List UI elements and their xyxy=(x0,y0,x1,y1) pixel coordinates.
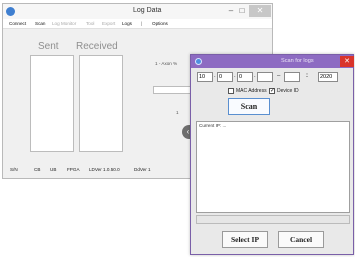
ip-dot: . xyxy=(254,73,256,79)
maximize-icon[interactable]: □ xyxy=(237,5,247,17)
ip-dot: . xyxy=(214,73,216,79)
select-ip-button[interactable]: Select IP xyxy=(222,231,268,248)
menu-scan[interactable]: Scan xyxy=(35,21,45,26)
menu-connect[interactable]: Connect xyxy=(9,21,26,26)
sent-label: Sent xyxy=(38,41,59,52)
dialog-app-icon xyxy=(195,58,202,65)
partial-value: 1 xyxy=(176,110,179,115)
status-cb: CB xyxy=(34,167,41,172)
scan-progress-bar xyxy=(196,215,350,224)
current-ip-label: Current IP: ... xyxy=(199,123,227,128)
app-icon xyxy=(6,7,15,16)
received-label: Received xyxy=(76,41,118,52)
device-id-label: Device ID xyxy=(277,88,299,94)
menu-export[interactable]: Export xyxy=(102,21,115,26)
received-list[interactable] xyxy=(79,55,123,152)
ip-start-octet-1[interactable]: 10 xyxy=(197,72,213,82)
scan-button[interactable]: Scan xyxy=(228,98,270,115)
main-title-bar[interactable]: Log Data – □ ✕ xyxy=(3,4,272,19)
mac-address-checkbox[interactable] xyxy=(228,88,234,94)
ip-range-dash: – xyxy=(277,73,281,79)
dialog-close-icon[interactable]: ✕ xyxy=(340,56,354,67)
ip-dot: . xyxy=(234,73,236,79)
menu-options[interactable]: Options xyxy=(152,21,168,26)
status-ddver: DdVer 1 xyxy=(134,167,151,172)
port-colon: : xyxy=(306,73,308,79)
ip-start-octet-4[interactable] xyxy=(257,72,273,82)
window-title: Log Data xyxy=(133,7,162,14)
axon-label: 1 - Axon % xyxy=(155,61,178,66)
status-ldver: LDVer 1.0.50.0 xyxy=(89,167,120,172)
sent-list[interactable] xyxy=(30,55,74,152)
mac-address-label: MAC Address xyxy=(236,88,267,94)
port-field[interactable]: 2020 xyxy=(318,72,338,82)
ip-end-octet[interactable] xyxy=(284,72,300,82)
scan-results-list[interactable]: Current IP: ... xyxy=(196,121,350,213)
status-ub: UB xyxy=(50,167,57,172)
device-id-checkbox[interactable]: ✓ xyxy=(269,88,275,94)
partial-field[interactable] xyxy=(153,86,193,94)
menu-separator: | xyxy=(141,21,143,26)
status-sn: S/N xyxy=(10,167,18,172)
ip-start-octet-3[interactable]: 0 xyxy=(237,72,253,82)
close-icon[interactable]: ✕ xyxy=(249,5,271,17)
minimize-icon[interactable]: – xyxy=(226,5,236,17)
scan-dialog: Scan for logs ✕ 10 . 0 . 0 . – : 2020 MA… xyxy=(190,54,354,255)
cancel-button[interactable]: Cancel xyxy=(278,231,324,248)
menu-tool[interactable]: Tool xyxy=(86,21,94,26)
status-fpga: FPGA xyxy=(67,167,80,172)
dialog-title-bar[interactable]: Scan for logs ✕ xyxy=(191,55,354,68)
dialog-title: Scan for logs xyxy=(281,58,314,64)
menu-log-monitor[interactable]: Log Monitor xyxy=(52,21,76,26)
ip-start-octet-2[interactable]: 0 xyxy=(217,72,233,82)
menu-logs[interactable]: Logs xyxy=(122,21,132,26)
